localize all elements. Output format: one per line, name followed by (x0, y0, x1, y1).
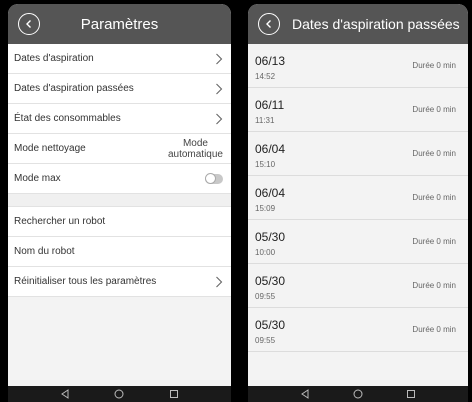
chevron-right-icon (215, 276, 223, 288)
android-navbar (248, 386, 468, 402)
row-label: Réinitialiser tous les paramètres (14, 276, 157, 287)
item-time: 15:09 (255, 204, 276, 213)
row-label: Mode nettoyage (14, 143, 86, 154)
row-label: Rechercher un robot (14, 216, 106, 227)
item-date: 05/30 (255, 230, 286, 244)
back-button[interactable] (258, 13, 280, 35)
row-label: Dates d'aspiration (14, 53, 94, 64)
settings-phone: Paramètres Dates d'aspiration Dates d'as… (4, 0, 235, 402)
cleaning-mode-value: Mode automatique (168, 138, 223, 160)
nav-back-icon[interactable] (60, 389, 70, 399)
list-item: 05/30 09:55 Durée 0 min (248, 308, 468, 352)
row-robot-name[interactable]: Nom du robot (8, 237, 231, 267)
row-reset-settings[interactable]: Réinitialiser tous les paramètres (8, 267, 231, 297)
nav-back-icon[interactable] (300, 389, 310, 399)
nav-home-icon[interactable] (353, 389, 363, 399)
list-item: 05/30 09:55 Durée 0 min (248, 264, 468, 308)
item-date: 06/11 (255, 98, 285, 112)
history-header: Dates d'aspiration passées (248, 4, 468, 44)
max-mode-toggle[interactable] (205, 172, 223, 184)
list-item: 06/04 15:09 Durée 0 min (248, 176, 468, 220)
row-cleaning-mode[interactable]: Mode nettoyage Mode automatique (8, 134, 231, 164)
nav-recents-icon[interactable] (169, 389, 179, 399)
list-item: 06/11 11:31 Durée 0 min (248, 88, 468, 132)
item-duration: Durée 0 min (412, 237, 456, 246)
item-duration: Durée 0 min (412, 281, 456, 290)
empty-area (8, 297, 231, 386)
item-date: 06/04 (255, 186, 286, 200)
page-title: Paramètres (80, 15, 159, 33)
list-item: 06/04 15:10 Durée 0 min (248, 132, 468, 176)
item-date: 06/13 (255, 54, 286, 68)
item-time: 10:00 (255, 248, 276, 257)
item-date: 05/30 (255, 318, 286, 332)
settings-list: Dates d'aspiration Dates d'aspiration pa… (8, 44, 231, 297)
toggle-knob (205, 172, 216, 184)
item-time: 09:55 (255, 336, 276, 345)
value-line2: automatique (167, 148, 223, 160)
android-navbar (8, 386, 231, 402)
row-find-robot[interactable]: Rechercher un robot (8, 207, 231, 237)
row-past-cleaning-dates[interactable]: Dates d'aspiration passées (8, 74, 231, 104)
row-label: Dates d'aspiration passées (14, 83, 134, 94)
item-time: 09:55 (255, 292, 276, 301)
chevron-right-icon (215, 113, 223, 125)
settings-screen: Paramètres Dates d'aspiration Dates d'as… (8, 4, 231, 402)
history-phone: Dates d'aspiration passées 06/13 14:52 D… (244, 0, 472, 402)
row-max-mode: Mode max (8, 164, 231, 194)
history-list: 06/13 14:52 Durée 0 min 06/11 11:31 Duré… (248, 44, 468, 352)
history-screen: Dates d'aspiration passées 06/13 14:52 D… (248, 4, 468, 402)
value-line1: Mode (182, 137, 208, 149)
item-date: 05/30 (255, 274, 286, 288)
item-time: 15:10 (255, 160, 276, 169)
item-duration: Durée 0 min (412, 325, 456, 334)
back-arrow-icon (266, 20, 271, 28)
list-item: 06/13 14:52 Durée 0 min (248, 44, 468, 88)
section-divider (8, 194, 231, 207)
row-label: Mode max (14, 173, 61, 184)
chevron-right-icon (215, 83, 223, 95)
nav-recents-icon[interactable] (406, 389, 416, 399)
list-item: 05/30 10:00 Durée 0 min (248, 220, 468, 264)
item-time: 14:52 (255, 72, 276, 81)
chevron-right-icon (215, 53, 223, 65)
item-duration: Durée 0 min (412, 105, 456, 114)
row-consumables[interactable]: État des consommables (8, 104, 231, 134)
item-duration: Durée 0 min (412, 149, 456, 158)
nav-home-icon[interactable] (114, 389, 124, 399)
item-duration: Durée 0 min (412, 193, 456, 202)
settings-header: Paramètres (8, 4, 231, 44)
page-title: Dates d'aspiration passées (292, 16, 460, 32)
item-time: 11:31 (255, 116, 275, 125)
item-date: 06/04 (255, 142, 286, 156)
item-duration: Durée 0 min (412, 61, 456, 70)
row-label: Nom du robot (14, 246, 75, 257)
row-cleaning-dates[interactable]: Dates d'aspiration (8, 44, 231, 74)
row-label: État des consommables (14, 113, 121, 124)
